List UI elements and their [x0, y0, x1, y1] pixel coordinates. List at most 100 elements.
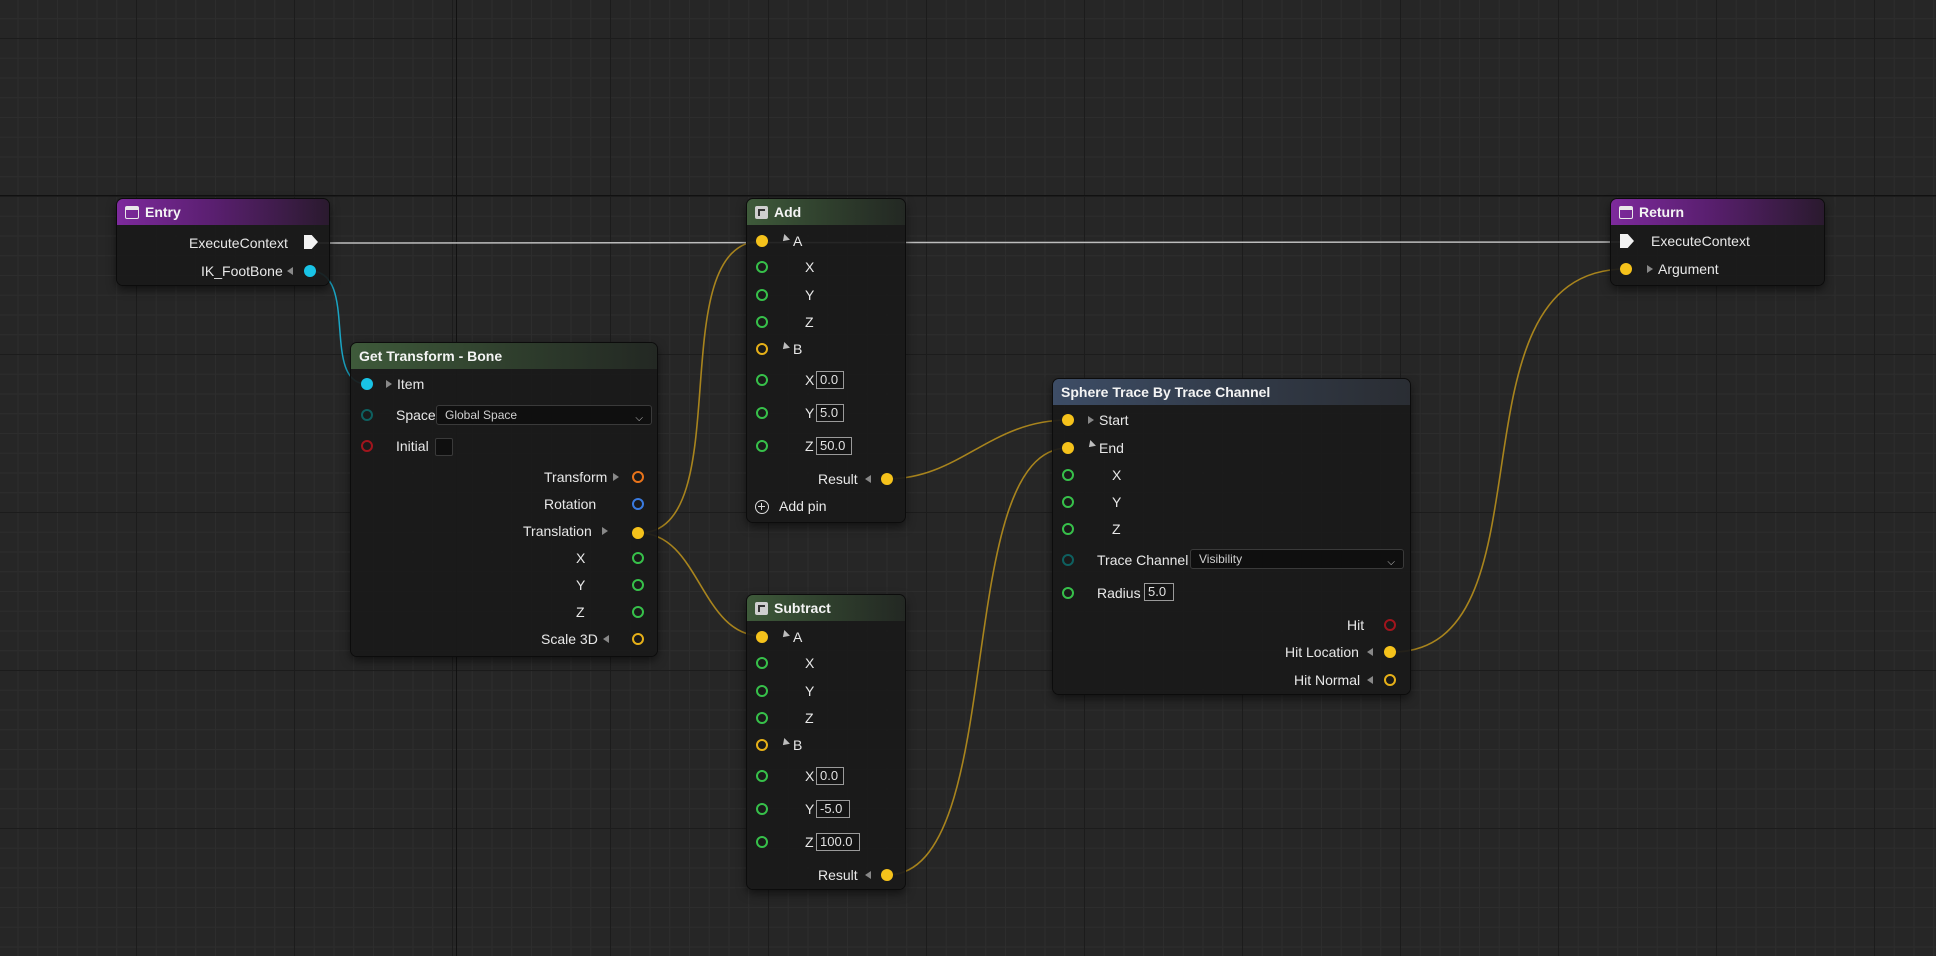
subtract-b-x-pin[interactable] [756, 770, 768, 782]
end-z-pin[interactable] [1062, 523, 1074, 535]
struct-collapse-arrow[interactable] [287, 267, 293, 275]
add-result-out-pin[interactable] [881, 473, 893, 485]
translation-z-out-pin[interactable] [632, 606, 644, 618]
space-dropdown[interactable]: Global Space ⌵ [436, 405, 652, 425]
item-in-pin[interactable] [361, 378, 373, 390]
hit-normal-collapse-arrow[interactable] [1367, 676, 1373, 684]
add-pin-button[interactable]: Add pin [779, 498, 826, 514]
argument-expand-arrow[interactable] [1647, 265, 1653, 273]
subtract-b-in-pin[interactable] [756, 739, 768, 751]
scale-3d-out-pin[interactable] [632, 633, 644, 645]
execute-context-out-pin[interactable] [304, 235, 318, 249]
add-result-collapse-arrow[interactable] [865, 475, 871, 483]
translation-x-out-pin[interactable] [632, 552, 644, 564]
add-b-y-label: Y [805, 405, 815, 421]
end-x-pin[interactable] [1062, 469, 1074, 481]
scale-collapse-arrow[interactable] [603, 635, 609, 643]
sphere-trace-header[interactable]: Sphere Trace By Trace Channel [1053, 379, 1410, 405]
end-in-pin[interactable] [1062, 442, 1074, 454]
subtract-a-z-label: Z [805, 710, 814, 726]
radius-in-pin[interactable] [1062, 587, 1074, 599]
get-transform-bone-node[interactable]: Get Transform - Bone Item Space Global S… [351, 343, 657, 656]
add-b-collapse-arrow[interactable] [780, 342, 790, 352]
subtract-result-out-pin[interactable] [881, 869, 893, 881]
add-a-in-pin[interactable] [756, 235, 768, 247]
add-node[interactable]: Add A X Y Z B X 0.0 Y 5.0 Z 50.0 Result … [747, 199, 905, 522]
initial-checkbox[interactable] [435, 438, 453, 456]
subtract-b-z-pin[interactable] [756, 836, 768, 848]
ik-footbone-label: IK_FootBone [201, 263, 283, 279]
subtract-a-collapse-arrow[interactable] [780, 630, 790, 640]
entry-node-header[interactable]: Entry [117, 199, 329, 225]
transform-label: Transform [544, 469, 608, 485]
add-b-in-pin[interactable] [756, 343, 768, 355]
return-execute-context-label: ExecuteContext [1651, 233, 1750, 249]
subtract-b-y-value[interactable]: -5.0 [816, 800, 850, 818]
argument-in-pin[interactable] [1620, 263, 1632, 275]
add-a-label: A [793, 233, 803, 249]
subtract-b-z-value[interactable]: 100.0 [816, 833, 860, 851]
hit-out-pin[interactable] [1384, 619, 1396, 631]
transform-split-arrow[interactable] [613, 473, 619, 481]
add-b-z-pin[interactable] [756, 440, 768, 452]
hit-location-collapse-arrow[interactable] [1367, 648, 1373, 656]
add-a-x-pin[interactable] [756, 261, 768, 273]
translation-out-pin[interactable] [632, 527, 644, 539]
hit-location-out-pin[interactable] [1384, 646, 1396, 658]
rotation-label: Rotation [544, 496, 597, 512]
translation-split-arrow[interactable] [602, 527, 608, 535]
subtract-a-x-pin[interactable] [756, 657, 768, 669]
add-b-y-value[interactable]: 5.0 [816, 404, 844, 422]
subtract-a-y-pin[interactable] [756, 685, 768, 697]
add-a-z-pin[interactable] [756, 316, 768, 328]
subtract-b-y-pin[interactable] [756, 803, 768, 815]
wire-translation-to-add-a [638, 240, 763, 534]
add-pin-icon[interactable] [755, 500, 769, 514]
add-b-z-label: Z [805, 438, 814, 454]
trace-channel-in-pin[interactable] [1062, 554, 1074, 566]
ik-footbone-out-pin[interactable] [304, 265, 316, 277]
return-node-header[interactable]: Return [1611, 199, 1824, 225]
argument-label: Argument [1658, 261, 1719, 277]
add-b-label: B [793, 341, 803, 357]
graph-canvas[interactable]: Entry ExecuteContext IK_FootBone Get Tra… [0, 0, 1936, 956]
start-in-pin[interactable] [1062, 414, 1074, 426]
trace-channel-dropdown[interactable]: Visibility ⌵ [1190, 549, 1404, 569]
translation-label: Translation [523, 523, 592, 539]
subtract-result-collapse-arrow[interactable] [865, 871, 871, 879]
return-node[interactable]: Return ExecuteContext Argument [1611, 199, 1824, 285]
add-b-x-pin[interactable] [756, 374, 768, 386]
add-b-x-value[interactable]: 0.0 [816, 371, 844, 389]
subtract-a-in-pin[interactable] [756, 631, 768, 643]
sphere-trace-node[interactable]: Sphere Trace By Trace Channel Start End … [1053, 379, 1410, 694]
add-a-x-label: X [805, 259, 815, 275]
end-y-pin[interactable] [1062, 496, 1074, 508]
entry-node[interactable]: Entry ExecuteContext IK_FootBone [117, 199, 329, 285]
return-execute-context-in-pin[interactable] [1620, 234, 1634, 248]
get-transform-header[interactable]: Get Transform - Bone [351, 343, 657, 369]
subtract-b-collapse-arrow[interactable] [780, 738, 790, 748]
chevron-down-icon: ⌵ [635, 413, 643, 424]
add-b-z-value[interactable]: 50.0 [816, 437, 852, 455]
item-expand-arrow[interactable] [386, 380, 392, 388]
hit-normal-out-pin[interactable] [1384, 674, 1396, 686]
radius-value[interactable]: 5.0 [1144, 583, 1174, 601]
end-z-label: Z [1112, 521, 1121, 537]
add-node-header[interactable]: Add [747, 199, 905, 225]
subtract-node-header[interactable]: Subtract [747, 595, 905, 621]
add-a-collapse-arrow[interactable] [780, 234, 790, 244]
get-transform-title: Get Transform - Bone [359, 348, 503, 364]
start-expand-arrow[interactable] [1088, 416, 1094, 424]
subtract-node[interactable]: Subtract A X Y Z B X 0.0 Y -5.0 Z 100.0 … [747, 595, 905, 889]
rotation-out-pin[interactable] [632, 498, 644, 510]
initial-in-pin[interactable] [361, 440, 373, 452]
subtract-b-x-value[interactable]: 0.0 [816, 767, 844, 785]
add-b-y-pin[interactable] [756, 407, 768, 419]
space-in-pin[interactable] [361, 409, 373, 421]
subtract-a-z-pin[interactable] [756, 712, 768, 724]
add-a-y-pin[interactable] [756, 289, 768, 301]
transform-out-pin[interactable] [632, 471, 644, 483]
hit-label: Hit [1347, 617, 1365, 633]
end-collapse-arrow[interactable] [1086, 440, 1096, 450]
translation-y-out-pin[interactable] [632, 579, 644, 591]
